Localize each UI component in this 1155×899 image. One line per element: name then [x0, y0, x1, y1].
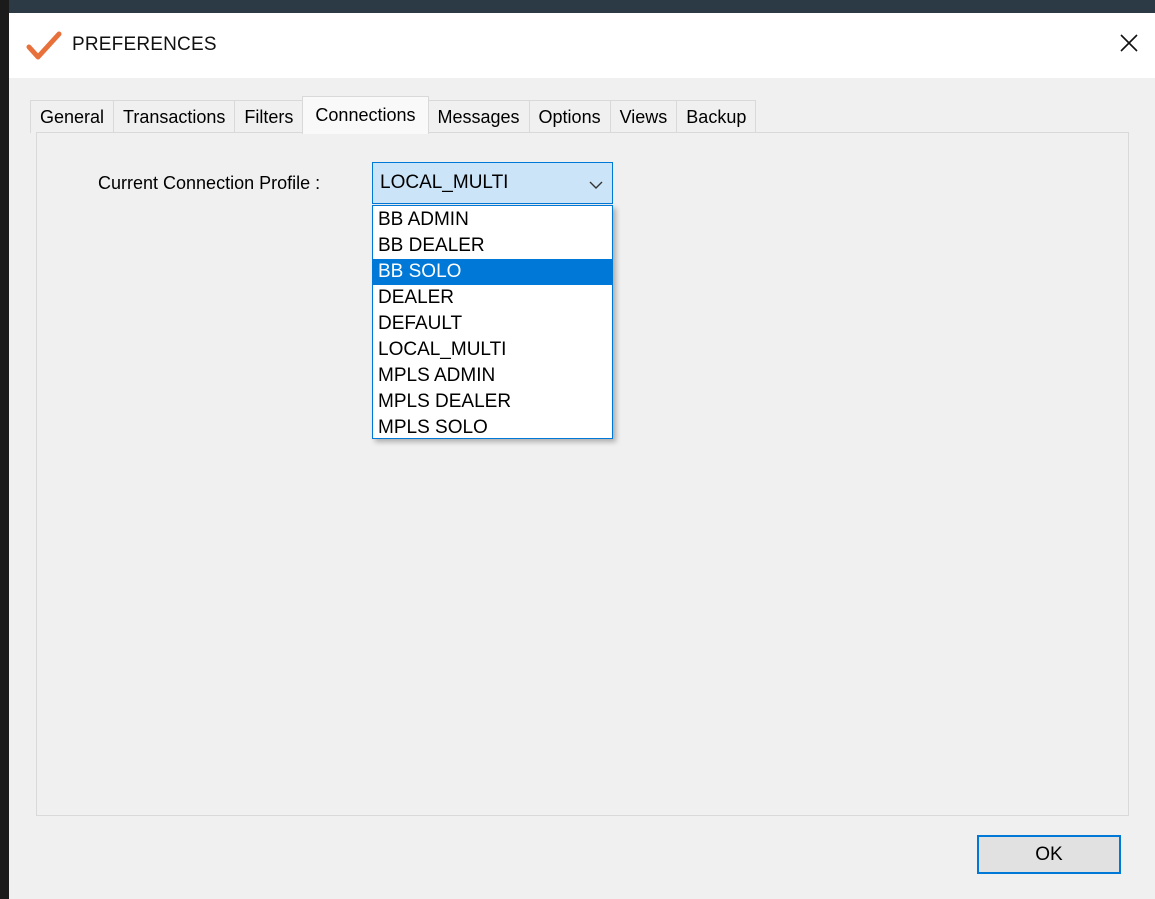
- tab-label: Options: [538, 106, 601, 127]
- tab-general[interactable]: General: [30, 100, 115, 133]
- dropdown-option-dealer[interactable]: DEALER: [373, 285, 612, 311]
- tab-label: Filters: [244, 106, 294, 127]
- chevron-down-icon: [589, 177, 603, 189]
- dropdown-option-local-multi[interactable]: LOCAL_MULTI: [373, 337, 612, 363]
- tab-connections[interactable]: Connections: [302, 96, 429, 134]
- tab-label: Messages: [437, 106, 520, 127]
- connection-profile-select[interactable]: LOCAL_MULTI: [372, 162, 613, 204]
- tab-label: Transactions: [123, 106, 226, 127]
- dropdown-option-mpls-solo[interactable]: MPLS SOLO: [373, 415, 612, 441]
- connection-profile-label: Current Connection Profile :: [98, 173, 321, 193]
- tab-label: Backup: [686, 106, 747, 127]
- tab-messages[interactable]: Messages: [427, 100, 530, 133]
- screen: PREFERENCES General Transactions Filters…: [0, 0, 1155, 899]
- focus-rect: [980, 838, 1118, 871]
- desktop-strip: [0, 0, 1155, 13]
- dropdown-option-mpls-dealer[interactable]: MPLS DEALER: [373, 389, 612, 415]
- tab-backup[interactable]: Backup: [676, 100, 757, 133]
- dropdown-option-mpls-admin[interactable]: MPLS ADMIN: [373, 363, 612, 389]
- title-bar: PREFERENCES: [9, 13, 1155, 78]
- connection-profile-dropdown-list: BB ADMIN BB DEALER BB SOLO DEALER DEFAUL…: [372, 205, 613, 439]
- dialog-body: General Transactions Filters Connections…: [9, 78, 1155, 899]
- preferences-dialog: PREFERENCES General Transactions Filters…: [9, 13, 1155, 899]
- connection-profile-value: LOCAL_MULTI: [380, 172, 509, 193]
- close-icon: [1119, 33, 1139, 58]
- tab-label: Views: [619, 106, 668, 127]
- ok-button[interactable]: OK: [977, 835, 1121, 874]
- dropdown-option-bb-admin[interactable]: BB ADMIN: [373, 207, 612, 233]
- dropdown-option-bb-solo[interactable]: BB SOLO: [373, 259, 612, 285]
- tab-options[interactable]: Options: [528, 100, 611, 133]
- dropdown-option-default[interactable]: DEFAULT: [373, 311, 612, 337]
- tab-views[interactable]: Views: [609, 100, 678, 133]
- tab-transactions[interactable]: Transactions: [113, 100, 236, 133]
- tab-strip: General Transactions Filters Connections…: [30, 95, 757, 134]
- dropdown-option-bb-dealer[interactable]: BB DEALER: [373, 233, 612, 259]
- window-title: PREFERENCES: [72, 34, 217, 55]
- tab-filters[interactable]: Filters: [234, 100, 304, 133]
- desktop-edge: [0, 0, 9, 899]
- checkmark-icon: [26, 30, 62, 62]
- tab-label: General: [40, 106, 105, 127]
- close-button[interactable]: [1109, 25, 1149, 65]
- tab-label: Connections: [315, 105, 416, 125]
